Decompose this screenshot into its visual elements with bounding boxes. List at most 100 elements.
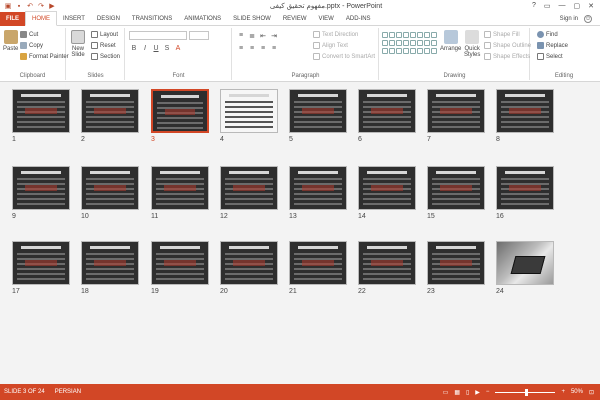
section-button[interactable]: Section	[91, 53, 120, 60]
paste-button[interactable]: Paste	[3, 30, 18, 52]
align-left-icon[interactable]: ≡	[237, 45, 245, 52]
slide-thumbnail-6[interactable]	[358, 89, 416, 133]
slide-thumbnail-21[interactable]	[289, 241, 347, 285]
close-icon[interactable]: ✕	[588, 2, 594, 10]
thumbnail-text-line	[86, 116, 134, 118]
slide-thumbnail-3[interactable]	[151, 89, 209, 133]
tab-design[interactable]: DESIGN	[91, 12, 126, 26]
tab-transitions[interactable]: TRANSITIONS	[126, 12, 178, 26]
slide-thumbnail-4[interactable]	[220, 89, 278, 133]
select-button[interactable]: Select	[537, 53, 563, 60]
slide-number: 22	[358, 288, 366, 295]
effects-icon	[484, 53, 491, 60]
align-center-icon[interactable]: ≡	[248, 45, 256, 52]
slide-thumbnail-12[interactable]	[220, 166, 278, 210]
slide-thumbnail-1[interactable]	[12, 89, 70, 133]
tab-add-ins[interactable]: ADD-INS	[340, 12, 377, 26]
save-icon[interactable]: ▪	[15, 2, 23, 10]
slide-thumbnail-18[interactable]	[81, 241, 139, 285]
shape-fill-button[interactable]: Shape Fill	[484, 31, 520, 38]
font-color-icon[interactable]: A	[174, 45, 182, 52]
align-right-icon[interactable]: ≡	[259, 45, 267, 52]
slide-thumbnail-15[interactable]	[427, 166, 485, 210]
tab-view[interactable]: VIEW	[313, 12, 340, 26]
start-from-beginning-icon[interactable]: ▶	[48, 2, 56, 10]
strikethrough-icon[interactable]: S	[163, 45, 171, 52]
arrange-button[interactable]: Arrange	[440, 30, 461, 52]
tab-file[interactable]: FILE	[0, 11, 25, 26]
underline-icon[interactable]: U	[152, 45, 160, 52]
thumbnail-text-line	[225, 278, 273, 280]
font-name-box[interactable]	[129, 31, 187, 40]
slide-thumbnail-20[interactable]	[220, 241, 278, 285]
fit-slide-icon[interactable]: ⊡	[589, 389, 594, 396]
normal-view-icon[interactable]: ▭	[443, 389, 449, 396]
maximize-icon[interactable]: ▢	[574, 2, 581, 10]
format-painter-button[interactable]: Format Painter	[20, 53, 69, 60]
slide-thumbnail-23[interactable]	[427, 241, 485, 285]
slide-number: 2	[81, 136, 85, 143]
reset-button[interactable]: Reset	[91, 42, 116, 49]
cut-button[interactable]: Cut	[20, 31, 38, 38]
slide-thumbnail-17[interactable]	[12, 241, 70, 285]
slide-thumbnail-11[interactable]	[151, 166, 209, 210]
slide-thumbnail-22[interactable]	[358, 241, 416, 285]
slide-sorter-view-icon[interactable]: ▦	[454, 389, 460, 396]
italic-icon[interactable]: I	[141, 45, 149, 52]
align-text-button[interactable]: Align Text	[313, 42, 348, 49]
numbering-icon[interactable]: ≣	[248, 32, 256, 40]
zoom-in-icon[interactable]: +	[561, 389, 565, 395]
font-size-box[interactable]	[189, 31, 209, 40]
decrease-indent-icon[interactable]: ⇤	[259, 32, 267, 40]
layout-button[interactable]: Layout	[91, 31, 118, 38]
slide-thumbnail-5[interactable]	[289, 89, 347, 133]
slide-thumbnail-10[interactable]	[81, 166, 139, 210]
slide-thumbnail-7[interactable]	[427, 89, 485, 133]
zoom-level[interactable]: 50%	[571, 389, 583, 395]
slide-thumbnail-24[interactable]	[496, 241, 554, 285]
slide-show-view-icon[interactable]: ▶	[475, 389, 480, 396]
copy-button[interactable]: Copy	[20, 42, 43, 49]
slide-thumbnail-19[interactable]	[151, 241, 209, 285]
zoom-slider[interactable]	[495, 388, 556, 396]
slide-thumbnail-8[interactable]	[496, 89, 554, 133]
zoom-out-icon[interactable]: −	[486, 389, 490, 395]
find-button[interactable]: Find	[537, 31, 558, 38]
tab-insert[interactable]: INSERT	[57, 12, 91, 26]
smiley-feedback-icon[interactable]: ☺	[584, 14, 592, 23]
tab-review[interactable]: REVIEW	[277, 12, 313, 26]
slide-thumbnail-16[interactable]	[496, 166, 554, 210]
bullets-icon[interactable]: ≡	[237, 32, 245, 40]
tab-slide-show[interactable]: SLIDE SHOW	[227, 12, 277, 26]
zoom-slider-knob[interactable]	[525, 388, 529, 396]
bold-icon[interactable]: B	[130, 45, 138, 52]
shape-effects-button[interactable]: Shape Effects	[484, 53, 530, 60]
redo-icon[interactable]: ↷	[37, 2, 45, 10]
thumbnail-text-line	[225, 268, 273, 270]
replace-button[interactable]: Replace	[537, 42, 568, 49]
reading-view-icon[interactable]: ▯	[466, 389, 469, 396]
increase-indent-icon[interactable]: ⇥	[270, 32, 278, 40]
slide-thumbnail-13[interactable]	[289, 166, 347, 210]
slide-thumbnail-2[interactable]	[81, 89, 139, 133]
thumbnail-heading	[90, 171, 130, 174]
language-indicator[interactable]: PERSIAN	[55, 389, 81, 395]
undo-icon[interactable]: ↶	[26, 2, 34, 10]
shape-outline-button[interactable]: Shape Outline	[484, 42, 531, 49]
slide-thumbnail-14[interactable]	[358, 166, 416, 210]
minimize-icon[interactable]: —	[559, 2, 566, 10]
thumbnail-text-line	[501, 116, 549, 118]
help-icon[interactable]: ?	[532, 2, 536, 10]
tab-home[interactable]: HOME	[25, 11, 57, 26]
quick-styles-button[interactable]: Quick Styles	[464, 30, 480, 58]
thumbnail-watermark	[164, 260, 196, 266]
sign-in-link[interactable]: Sign in	[560, 16, 578, 22]
new-slide-button[interactable]: New Slide	[71, 30, 85, 58]
text-direction-button[interactable]: Text Direction	[313, 31, 358, 38]
ribbon-display-icon[interactable]: ▭	[544, 2, 551, 10]
tab-animations[interactable]: ANIMATIONS	[178, 12, 227, 26]
justify-icon[interactable]: ≡	[270, 45, 278, 52]
convert-smartart-button[interactable]: Convert to SmartArt	[313, 53, 375, 60]
shapes-gallery[interactable]	[382, 32, 437, 62]
slide-thumbnail-9[interactable]	[12, 166, 70, 210]
